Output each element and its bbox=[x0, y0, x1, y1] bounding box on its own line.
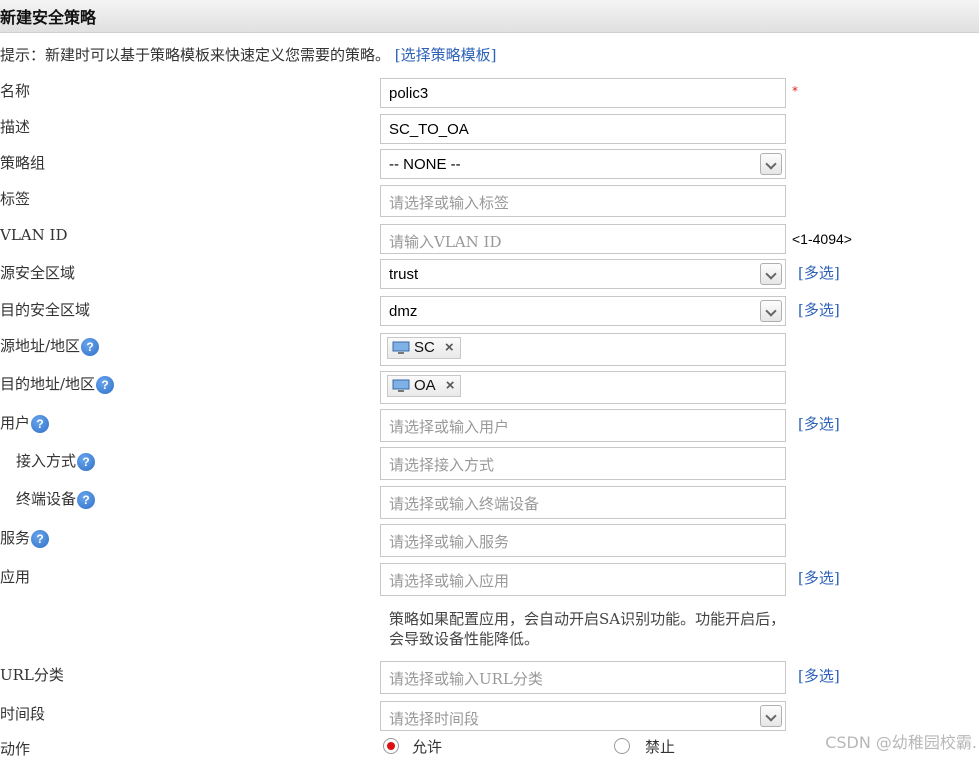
application-note: 策略如果配置应用，会自动开启SA识别功能。功能开启后，会导致设备性能降低。 bbox=[389, 610, 786, 648]
application-placeholder: 请选择或输入应用 bbox=[389, 572, 510, 590]
hint-message: 提示：新建时可以基于策略模板来快速定义您需要的策略。 bbox=[0, 46, 391, 64]
time-range-placeholder: 请选择时间段 bbox=[389, 710, 480, 728]
application-input[interactable]: 请选择或输入应用 bbox=[380, 563, 786, 596]
select-template-link[interactable]: [选择策略模板] bbox=[395, 46, 497, 64]
access-mode-label: 接入方式? bbox=[16, 450, 96, 471]
name-value: polic3 bbox=[389, 85, 429, 102]
deny-label[interactable]: 禁止 bbox=[645, 736, 675, 757]
user-input[interactable]: 请选择或输入用户 bbox=[380, 409, 786, 442]
description-input[interactable]: SC_TO_OA bbox=[380, 114, 786, 144]
user-multiselect-link[interactable]: [多选] bbox=[798, 413, 840, 434]
policy-group-select[interactable]: -- NONE -- bbox=[380, 149, 786, 179]
service-input[interactable]: 请选择或输入服务 bbox=[380, 524, 786, 557]
help-icon[interactable]: ? bbox=[77, 491, 96, 509]
chevron-down-icon[interactable] bbox=[760, 705, 782, 727]
src-zone-multiselect-link[interactable]: [多选] bbox=[798, 262, 840, 283]
dst-address-label-text: 目的地址/地区 bbox=[0, 375, 96, 393]
name-input[interactable]: polic3 bbox=[380, 78, 786, 108]
user-label: 用户? bbox=[0, 412, 50, 433]
vlan-label: VLAN ID bbox=[0, 226, 68, 244]
help-icon[interactable]: ? bbox=[31, 415, 50, 433]
help-icon[interactable]: ? bbox=[77, 453, 96, 471]
dst-zone-value: dmz bbox=[389, 303, 418, 320]
dialog-title: 新建安全策略 bbox=[0, 8, 97, 27]
service-label: 服务? bbox=[0, 527, 50, 548]
vlan-placeholder: 请输入VLAN ID bbox=[389, 233, 502, 251]
dst-zone-select[interactable]: dmz bbox=[380, 296, 786, 326]
permit-label[interactable]: 允许 bbox=[412, 736, 442, 757]
url-category-multiselect-link[interactable]: [多选] bbox=[798, 665, 840, 686]
chevron-down-icon[interactable] bbox=[760, 153, 782, 175]
src-zone-select[interactable]: trust bbox=[380, 259, 786, 289]
dst-zone-multiselect-link[interactable]: [多选] bbox=[798, 299, 840, 320]
dst-address-tag: OA × bbox=[387, 375, 462, 397]
user-placeholder: 请选择或输入用户 bbox=[389, 418, 510, 436]
help-icon[interactable]: ? bbox=[31, 530, 50, 548]
policy-group-value: -- NONE -- bbox=[389, 156, 461, 173]
user-label-text: 用户 bbox=[0, 414, 31, 432]
remove-icon[interactable]: × bbox=[445, 339, 454, 356]
deny-radio[interactable] bbox=[614, 738, 630, 754]
src-zone-value: trust bbox=[389, 266, 419, 283]
monitor-icon bbox=[392, 379, 410, 392]
src-address-label-text: 源地址/地区 bbox=[0, 337, 81, 355]
chevron-down-icon[interactable] bbox=[760, 300, 782, 322]
vlan-input[interactable]: 请输入VLAN ID bbox=[380, 224, 786, 254]
url-category-label: URL分类 bbox=[0, 666, 64, 684]
url-category-placeholder: 请选择或输入URL分类 bbox=[389, 670, 543, 688]
chevron-down-icon[interactable] bbox=[760, 263, 782, 285]
src-address-tag: SC × bbox=[387, 337, 461, 359]
policy-group-label: 策略组 bbox=[0, 154, 46, 172]
dst-zone-label: 目的安全区域 bbox=[0, 301, 91, 319]
description-label: 描述 bbox=[0, 118, 31, 136]
tag-input[interactable]: 请选择或输入标签 bbox=[380, 185, 786, 217]
application-multiselect-link[interactable]: [多选] bbox=[798, 567, 840, 588]
time-range-select[interactable]: 请选择时间段 bbox=[380, 701, 786, 731]
permit-radio[interactable] bbox=[383, 738, 399, 754]
dialog-header: 新建安全策略 bbox=[0, 0, 979, 33]
terminal-input[interactable]: 请选择或输入终端设备 bbox=[380, 486, 786, 519]
service-placeholder: 请选择或输入服务 bbox=[389, 533, 510, 551]
name-label: 名称 bbox=[0, 82, 31, 100]
url-category-input[interactable]: 请选择或输入URL分类 bbox=[380, 661, 786, 694]
required-mark: * bbox=[792, 84, 798, 98]
vlan-range: <1-4094> bbox=[792, 231, 852, 247]
watermark: CSDN @幼稚园校霸. bbox=[825, 733, 977, 752]
remove-icon[interactable]: × bbox=[446, 377, 455, 394]
description-value: SC_TO_OA bbox=[389, 121, 469, 138]
service-label-text: 服务 bbox=[0, 529, 31, 547]
tag-label: 标签 bbox=[0, 190, 31, 208]
src-zone-label: 源安全区域 bbox=[0, 264, 76, 282]
help-icon[interactable]: ? bbox=[96, 376, 115, 394]
access-mode-label-text: 接入方式 bbox=[16, 452, 77, 470]
access-mode-input[interactable]: 请选择接入方式 bbox=[380, 447, 786, 480]
src-address-input[interactable]: SC × bbox=[380, 333, 786, 366]
dst-address-label: 目的地址/地区? bbox=[0, 373, 115, 394]
terminal-placeholder: 请选择或输入终端设备 bbox=[389, 495, 540, 513]
time-range-label: 时间段 bbox=[0, 705, 46, 723]
src-address-tag-label: SC bbox=[414, 339, 435, 356]
hint-text: 提示：新建时可以基于策略模板来快速定义您需要的策略。 [选择策略模板] bbox=[0, 44, 497, 65]
dst-address-tag-label: OA bbox=[414, 377, 436, 394]
terminal-label-text: 终端设备 bbox=[16, 490, 77, 508]
src-address-label: 源地址/地区? bbox=[0, 335, 100, 356]
help-icon[interactable]: ? bbox=[81, 338, 100, 356]
terminal-label: 终端设备? bbox=[16, 488, 96, 509]
access-mode-placeholder: 请选择接入方式 bbox=[389, 456, 495, 474]
application-label: 应用 bbox=[0, 568, 31, 586]
monitor-icon bbox=[392, 341, 410, 354]
dst-address-input[interactable]: OA × bbox=[380, 371, 786, 404]
tag-placeholder: 请选择或输入标签 bbox=[389, 194, 510, 212]
